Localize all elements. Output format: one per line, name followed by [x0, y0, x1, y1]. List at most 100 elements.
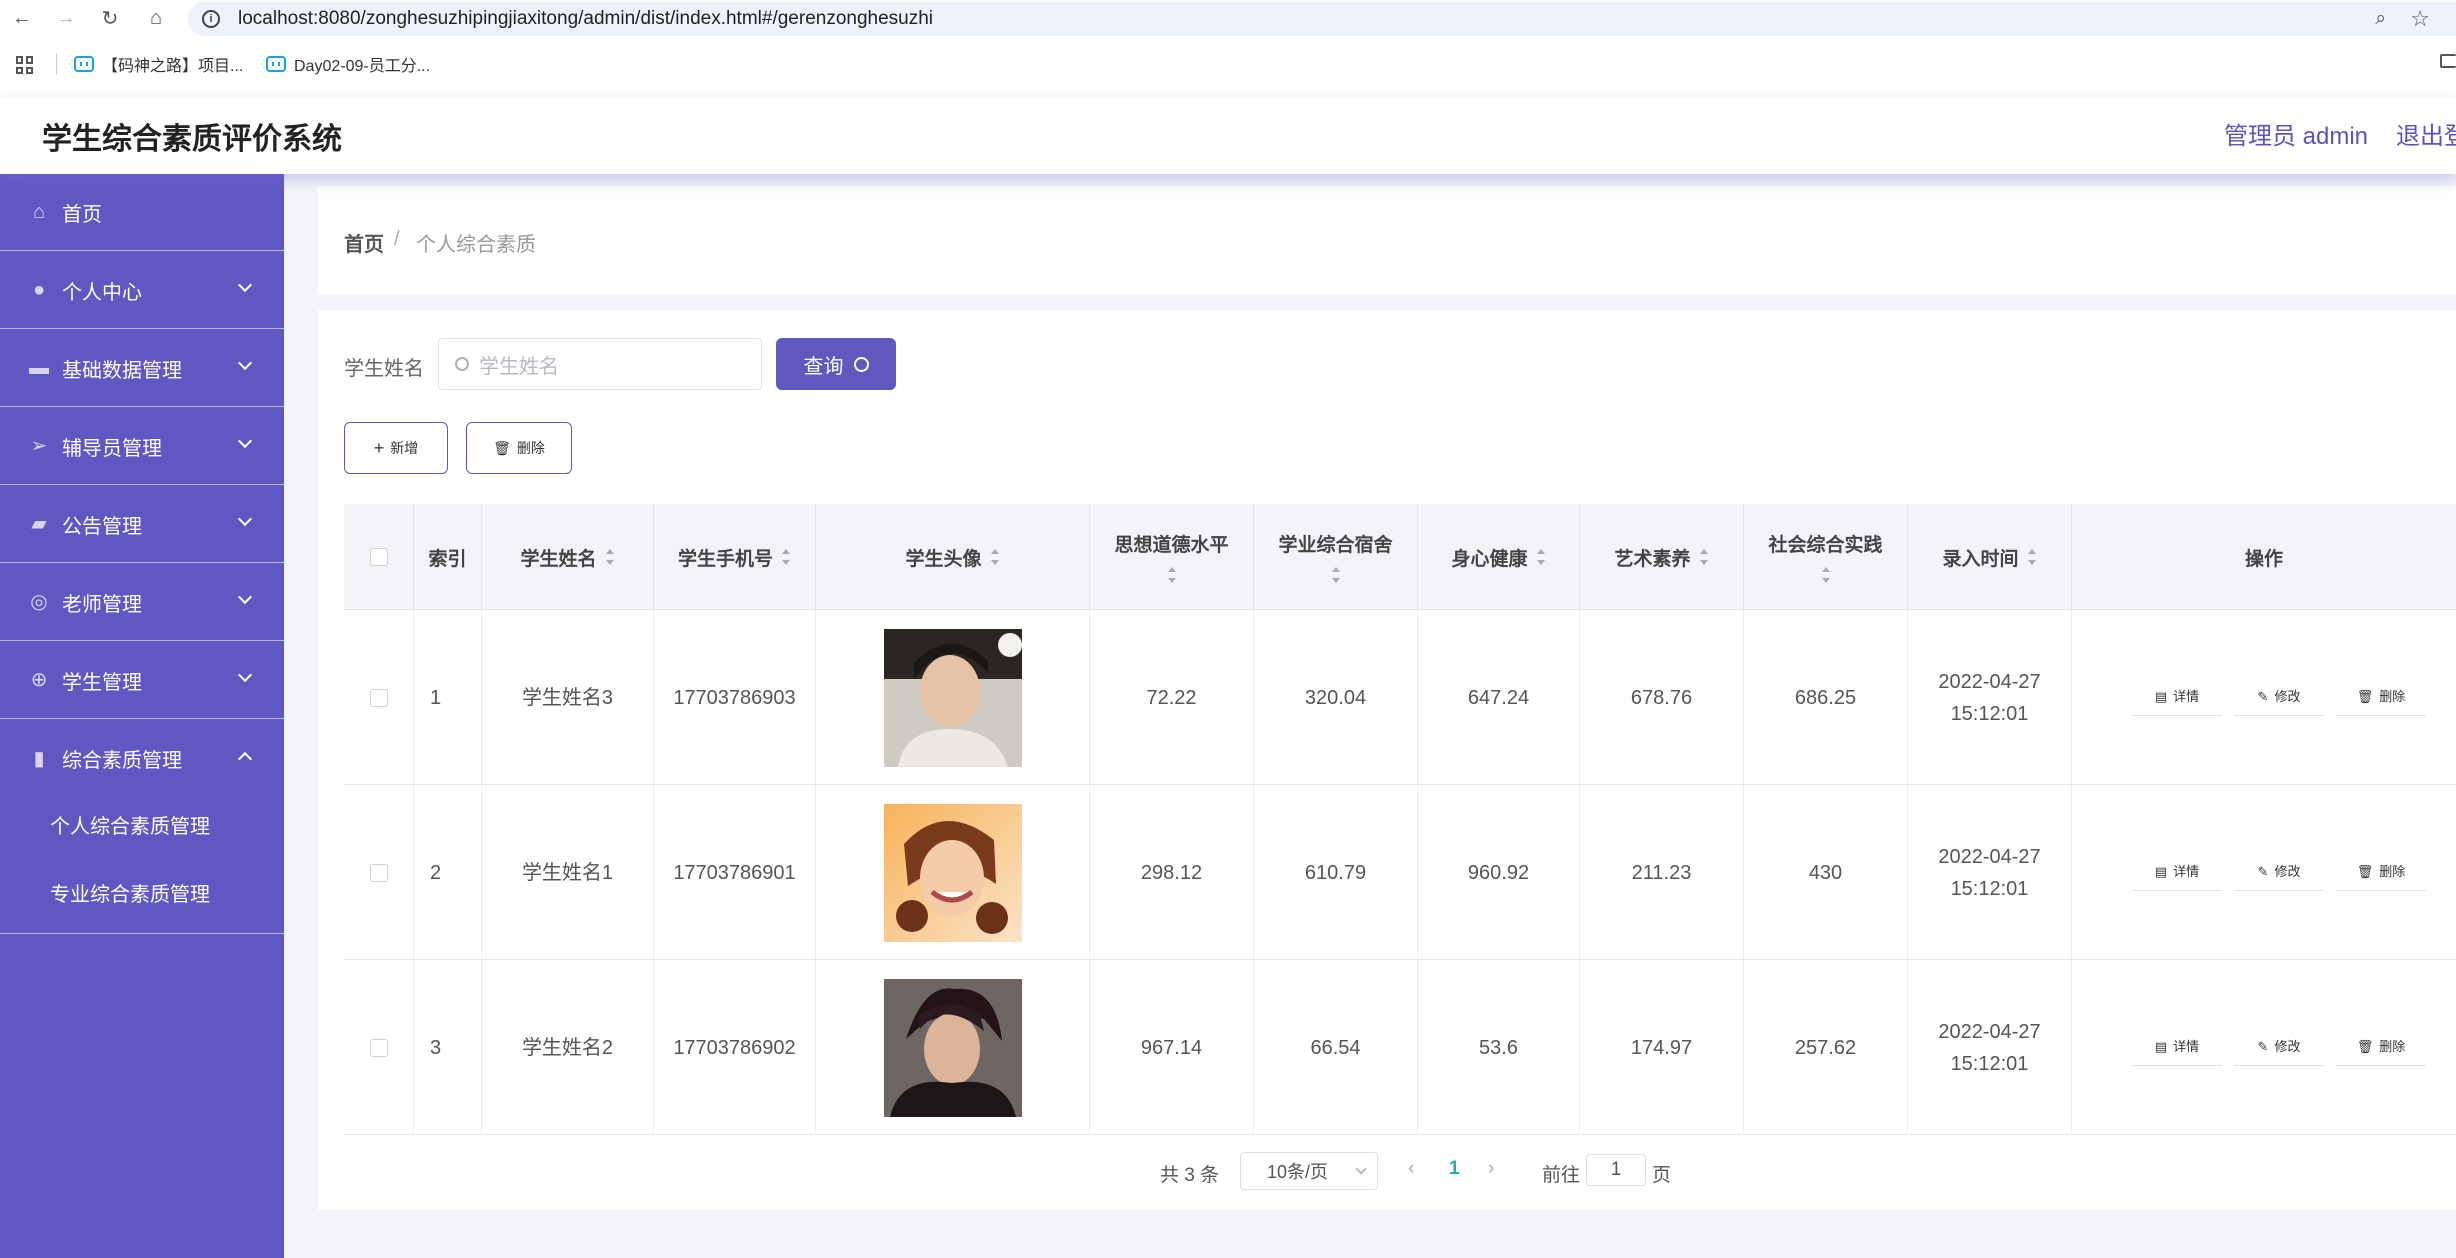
sidebar-item-teacher[interactable]: ◎ 老师管理 [0, 564, 284, 641]
address-bar[interactable]: i localhost:8080/zonghesuzhipingjiaxiton… [188, 2, 2456, 36]
row-checkbox[interactable] [369, 863, 388, 882]
row-delete-button[interactable]: 🗑 删除 [2336, 1028, 2426, 1066]
sidebar-item-counselor[interactable]: ➢ 辅导员管理 [0, 408, 284, 485]
logout-link[interactable]: 退出登录 [2396, 116, 2456, 151]
user-icon: ● [32, 279, 46, 301]
student-avatar[interactable] [883, 628, 1022, 767]
zoom-icon[interactable]: ⌕ [2375, 8, 2386, 30]
header-moral[interactable]: 思想道德水平 [1090, 504, 1254, 610]
query-button-label: 查询 [803, 355, 844, 378]
header-social[interactable]: 社会综合实践 [1744, 504, 1908, 610]
prev-page-icon[interactable]: ‹ [1408, 1158, 1414, 1180]
header-health[interactable]: 身心健康 [1418, 504, 1580, 610]
header-phone[interactable]: 学生手机号 [654, 504, 816, 610]
submenu-item-major-quality[interactable]: 专业综合素质管理 [50, 878, 210, 907]
header-avatar[interactable]: 学生头像 [816, 504, 1090, 610]
query-button[interactable]: 查询 [776, 338, 896, 390]
reload-icon[interactable]: ↻ [96, 4, 124, 32]
sidebar-item-basic-data[interactable]: ▬ 基础数据管理 [0, 330, 284, 407]
sidebar-item-label: 个人中心 [62, 281, 142, 304]
chevron-down-icon [237, 667, 253, 683]
row-select[interactable] [344, 785, 414, 960]
bilibili-icon [266, 56, 286, 72]
apps-icon[interactable] [16, 56, 34, 74]
bilibili-icon [74, 56, 94, 72]
select-all-checkbox[interactable] [369, 548, 388, 566]
row-checkbox[interactable] [369, 688, 388, 707]
search-input[interactable]: 学生姓名 [438, 338, 762, 390]
detail-button[interactable]: ▤ 详情 [2132, 678, 2222, 716]
site-info-icon[interactable]: i [202, 10, 220, 28]
student-avatar[interactable] [883, 978, 1022, 1117]
header-art[interactable]: 艺术素养 [1580, 504, 1744, 610]
edit-button[interactable]: ✎ 修改 [2234, 853, 2324, 891]
bookmark-item[interactable]: 【码神之路】项目... [74, 52, 243, 76]
breadcrumb-home[interactable]: 首页 [344, 228, 384, 257]
row-checkbox[interactable] [369, 1038, 388, 1057]
goto-page-input[interactable]: 1 [1586, 1154, 1646, 1186]
edit-label: 修改 [2274, 863, 2301, 879]
header-time[interactable]: 录入时间 [1908, 504, 2072, 610]
bookmark-item[interactable]: Day02-09-员工分... [266, 52, 430, 76]
cell-time: 2022-04-27 15:12:01 [1908, 610, 2072, 785]
sidebar: ⌂ 首页 ● 个人中心 ▬ 基础数据管理 ➢ 辅导员管理 ▰ 公告管理 ◎ 老师… [0, 174, 284, 1258]
chevron-down-icon [237, 433, 253, 449]
bookmark-star-icon[interactable]: ☆ [2410, 6, 2430, 32]
sort-icon[interactable] [2027, 549, 2037, 565]
sidebar-item-label: 老师管理 [62, 593, 142, 616]
header-label: 索引 [428, 548, 467, 570]
sort-icon[interactable] [1536, 549, 1546, 565]
add-button[interactable]: + 新增 [344, 422, 448, 474]
detail-button[interactable]: ▤ 详情 [2132, 1028, 2222, 1066]
cell-phone: 17703786902 [654, 960, 816, 1135]
bookmark-label: 【码神之路】项目... [102, 58, 244, 75]
sort-icon[interactable] [1167, 567, 1177, 583]
cell-time: 2022-04-27 15:12:01 [1908, 785, 2072, 960]
app-title: 学生综合素质评价系统 [42, 123, 342, 156]
detail-button[interactable]: ▤ 详情 [2132, 853, 2222, 891]
header-academic[interactable]: 学业综合宿舍 [1254, 504, 1418, 610]
delete-button[interactable]: 🗑 删除 [466, 422, 572, 474]
edit-button[interactable]: ✎ 修改 [2234, 1028, 2324, 1066]
sort-icon[interactable] [1331, 567, 1341, 583]
sort-icon[interactable] [1821, 567, 1831, 583]
table-row: 2 学生姓名1 17703786901 298.12 610.79 960.92… [344, 785, 2456, 960]
sidebar-item-home[interactable]: ⌂ 首页 [0, 174, 284, 251]
row-select[interactable] [344, 610, 414, 785]
header-select-all[interactable] [344, 504, 414, 610]
header-label: 学生姓名 [520, 548, 597, 570]
page-size-select[interactable]: 10条/页 [1240, 1152, 1378, 1190]
header-name[interactable]: 学生姓名 [482, 504, 654, 610]
sidebar-item-notice[interactable]: ▰ 公告管理 [0, 486, 284, 563]
sort-icon[interactable] [990, 549, 1000, 565]
chevron-down-icon [237, 277, 253, 293]
submenu-item-personal-quality[interactable]: 个人综合素质管理 [50, 810, 210, 839]
sidebar-item-student[interactable]: ⊕ 学生管理 [0, 642, 284, 719]
edit-icon: ✎ [2257, 863, 2269, 879]
cell-ops: ▤ 详情 ✎ 修改 🗑 删除 [2072, 610, 2456, 785]
bookmark-label: Day02-09-员工分... [294, 58, 431, 75]
page-number-current[interactable]: 1 [1449, 1158, 1460, 1180]
browser-chrome: ← → ↻ ⌂ i localhost:8080/zonghesuzhiping… [0, 0, 2456, 98]
sort-icon[interactable] [781, 549, 791, 565]
header-label: 艺术素养 [1614, 548, 1691, 570]
next-page-icon[interactable]: › [1488, 1158, 1494, 1180]
row-select[interactable] [344, 960, 414, 1135]
sort-icon[interactable] [1699, 549, 1709, 565]
row-delete-button[interactable]: 🗑 删除 [2336, 853, 2426, 891]
edit-label: 修改 [2274, 1038, 2301, 1054]
sort-icon[interactable] [605, 549, 615, 565]
edit-button[interactable]: ✎ 修改 [2234, 678, 2324, 716]
cell-moral: 967.14 [1090, 960, 1254, 1135]
folder-icon[interactable] [2440, 54, 2456, 68]
home-page-icon[interactable]: ⌂ [142, 4, 170, 32]
row-delete-button[interactable]: 🗑 删除 [2336, 678, 2426, 716]
compass-icon: ⊕ [30, 669, 48, 691]
sidebar-item-personal-center[interactable]: ● 个人中心 [0, 252, 284, 329]
student-avatar[interactable] [883, 803, 1022, 942]
back-icon[interactable]: ← [8, 4, 36, 32]
forward-icon[interactable]: → [52, 4, 80, 32]
app-header: 学生综合素质评价系统 管理员 admin 退出登录 [0, 98, 2456, 174]
sidebar-item-quality[interactable]: ▮ 综合素质管理 [0, 720, 284, 797]
trash-icon: 🗑 [493, 439, 511, 456]
